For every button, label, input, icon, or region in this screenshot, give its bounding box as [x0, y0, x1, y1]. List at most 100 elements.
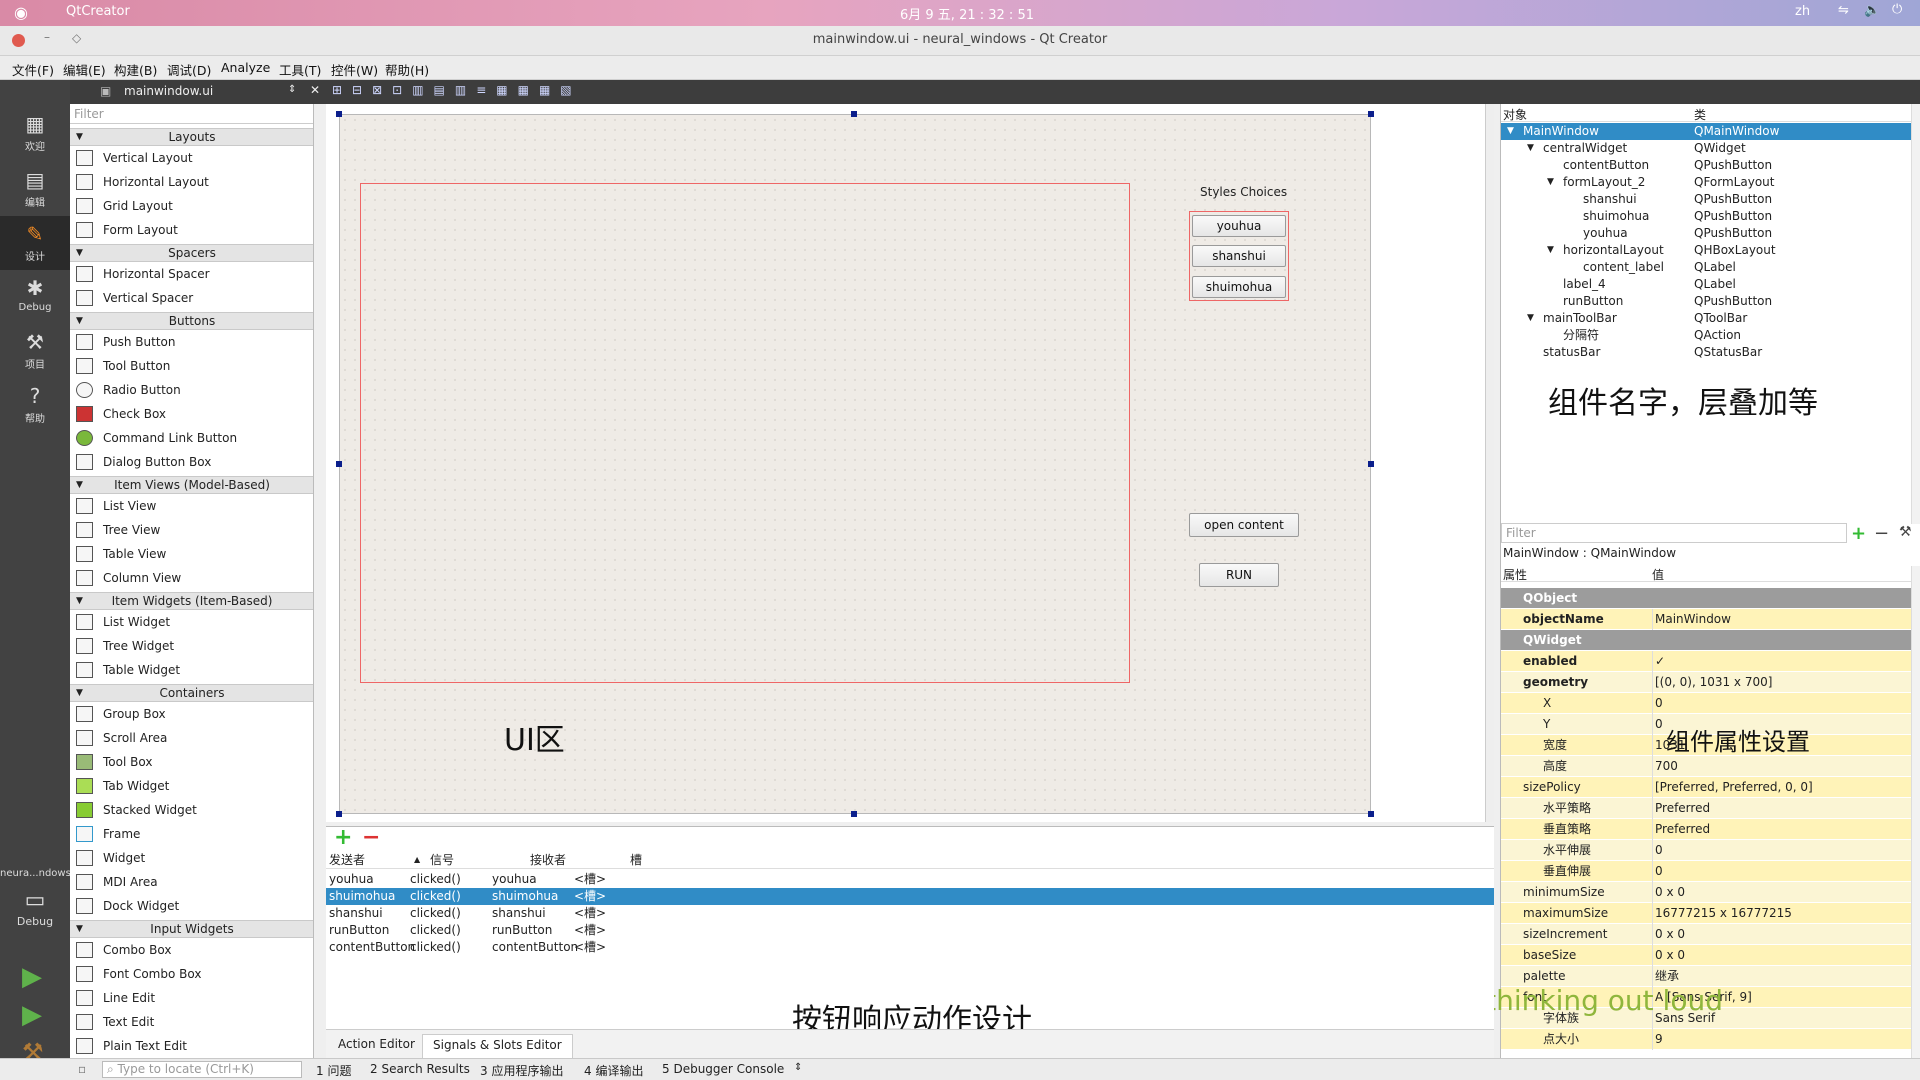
menu-analyze[interactable]: Analyze: [221, 60, 270, 75]
more-panes-icon[interactable]: ⇕: [794, 1062, 802, 1073]
object-tree-row[interactable]: contentButton QPushButton: [1501, 157, 1911, 174]
connection-slot[interactable]: <槽>: [574, 939, 606, 956]
distro-logo-icon[interactable]: ◉: [14, 3, 28, 22]
property-value[interactable]: 9: [1652, 1029, 1910, 1050]
category-item-views[interactable]: ▼ Item Views (Model-Based): [70, 476, 313, 494]
widget-horizontal-layout[interactable]: Horizontal Layout: [70, 170, 313, 194]
property-value[interactable]: 0: [1652, 861, 1910, 882]
widget-command-link-button[interactable]: Command Link Button: [70, 426, 313, 450]
object-inspector-scrollbar[interactable]: [1911, 104, 1920, 524]
object-tree-row[interactable]: statusBar QStatusBar: [1501, 344, 1911, 361]
widget-group-box[interactable]: Group Box: [70, 702, 313, 726]
toggle-sidebar-icon[interactable]: ▫: [78, 1062, 86, 1076]
connection-receiver[interactable]: runButton: [492, 922, 552, 939]
widget-column-view[interactable]: Column View: [70, 566, 313, 590]
property-row[interactable]: sizeIncrement 0 x 0: [1501, 924, 1911, 945]
category-buttons[interactable]: ▼ Buttons: [70, 312, 313, 330]
add-property-icon[interactable]: +: [1851, 523, 1866, 544]
mode-edit[interactable]: ▤ 编辑: [0, 162, 70, 216]
property-value[interactable]: Preferred: [1652, 819, 1910, 840]
remove-property-icon[interactable]: −: [1874, 523, 1889, 544]
resize-handle[interactable]: [336, 811, 342, 817]
widget-list-widget[interactable]: List Widget: [70, 610, 313, 634]
property-value[interactable]: Preferred: [1652, 798, 1910, 819]
object-tree-row[interactable]: content_label QLabel: [1501, 259, 1911, 276]
object-tree-row[interactable]: ▼ horizontalLayout QHBoxLayout: [1501, 242, 1911, 259]
close-file-icon[interactable]: ✕: [310, 83, 320, 97]
file-tab-name[interactable]: mainwindow.ui: [124, 84, 213, 98]
mode-help[interactable]: ? 帮助: [0, 378, 70, 432]
menu-file[interactable]: 文件(F): [12, 60, 54, 79]
run-icon[interactable]: ▶: [22, 962, 42, 992]
property-value[interactable]: 700: [1652, 756, 1910, 777]
object-tree-row[interactable]: shuimohua QPushButton: [1501, 208, 1911, 225]
column-header-signal[interactable]: 信号: [430, 851, 454, 869]
property-value[interactable]: 16777215 x 16777215: [1652, 903, 1910, 924]
object-tree-row[interactable]: 分隔符 QAction: [1501, 327, 1911, 344]
remove-connection-icon[interactable]: −: [362, 825, 380, 850]
column-header-value[interactable]: 值: [1652, 566, 1664, 583]
run-button[interactable]: RUN: [1199, 563, 1279, 587]
tab-action-editor[interactable]: Action Editor: [330, 1034, 423, 1056]
widget-grid-layout[interactable]: Grid Layout: [70, 194, 313, 218]
widget-tool-box[interactable]: Tool Box: [70, 750, 313, 774]
object-tree-row[interactable]: youhua QPushButton: [1501, 225, 1911, 242]
widget-dialog-button-box[interactable]: Dialog Button Box: [70, 450, 313, 474]
property-scrollbar[interactable]: [1911, 566, 1920, 1058]
property-row[interactable]: 垂直策略 Preferred: [1501, 819, 1911, 840]
resize-handle[interactable]: [1368, 461, 1374, 467]
mode-welcome[interactable]: ▦ 欢迎: [0, 106, 70, 160]
resize-handle[interactable]: [336, 111, 342, 117]
widget-radio-button[interactable]: Radio Button: [70, 378, 313, 402]
locator-input[interactable]: ⌕ Type to locate (Ctrl+K): [102, 1061, 302, 1078]
widget-mdi-area[interactable]: MDI Area: [70, 870, 313, 894]
widget-line-edit[interactable]: Line Edit: [70, 986, 313, 1010]
connection-signal[interactable]: clicked(): [410, 871, 461, 888]
widget-tab-widget[interactable]: Tab Widget: [70, 774, 313, 798]
pane-application-output[interactable]: 3 应用程序输出: [480, 1062, 563, 1079]
connection-row[interactable]: shanshui clicked() shanshui <槽>: [326, 905, 1494, 922]
connection-slot[interactable]: <槽>: [574, 888, 606, 905]
column-header-receiver[interactable]: 接收者: [530, 851, 566, 869]
widget-combo-box[interactable]: Combo Box: [70, 938, 313, 962]
connection-row[interactable]: shuimohua clicked() shuimohua <槽>: [326, 888, 1494, 905]
canvas-scrollbar[interactable]: [1485, 104, 1494, 822]
tab-signals-slots-editor[interactable]: Signals & Slots Editor: [422, 1034, 573, 1058]
add-connection-icon[interactable]: +: [334, 825, 352, 850]
connection-sender[interactable]: contentButton: [329, 939, 415, 956]
connection-row[interactable]: runButton clicked() runButton <槽>: [326, 922, 1494, 939]
pane-debugger-console[interactable]: 5 Debugger Console: [662, 1062, 784, 1076]
property-value[interactable]: MainWindow: [1652, 609, 1910, 630]
connection-receiver[interactable]: youhua: [492, 871, 537, 888]
property-row[interactable]: 水平伸展 0: [1501, 840, 1911, 861]
widget-check-box[interactable]: Check Box: [70, 402, 313, 426]
widget-text-edit[interactable]: Text Edit: [70, 1010, 313, 1034]
object-tree-row[interactable]: ▼ MainWindow QMainWindow: [1501, 123, 1911, 140]
object-tree-row[interactable]: ▼ centralWidget QWidget: [1501, 140, 1911, 157]
property-row[interactable]: geometry [(0, 0), 1031 x 700]: [1501, 672, 1911, 693]
property-value[interactable]: ✓: [1652, 651, 1910, 672]
widget-tree-widget[interactable]: Tree Widget: [70, 634, 313, 658]
debug-run-icon[interactable]: ▶: [22, 1000, 42, 1030]
resize-handle[interactable]: [851, 811, 857, 817]
widget-list-view[interactable]: List View: [70, 494, 313, 518]
widget-scroll-area[interactable]: Scroll Area: [70, 726, 313, 750]
mode-design[interactable]: ✎ 设计: [0, 216, 70, 270]
connection-signal[interactable]: clicked(): [410, 922, 461, 939]
object-tree-row[interactable]: runButton QPushButton: [1501, 293, 1911, 310]
column-header-class[interactable]: 类: [1694, 106, 1706, 123]
mode-debug[interactable]: ✱ Debug: [0, 270, 70, 324]
shanshui-button[interactable]: shanshui: [1192, 245, 1286, 267]
volume-icon[interactable]: 🔈: [1864, 3, 1880, 18]
connection-signal[interactable]: clicked(): [410, 939, 461, 956]
language-indicator[interactable]: zh: [1795, 4, 1810, 19]
network-icon[interactable]: ⇋: [1838, 3, 1849, 18]
column-header-object[interactable]: 对象: [1503, 106, 1527, 123]
resize-handle[interactable]: [1368, 111, 1374, 117]
property-value[interactable]: 0 x 0: [1652, 882, 1910, 903]
widget-widget[interactable]: Widget: [70, 846, 313, 870]
column-header-sender[interactable]: 发送者: [329, 851, 365, 869]
property-value[interactable]: [(0, 0), 1031 x 700]: [1652, 672, 1910, 693]
property-row[interactable]: 点大小 9: [1501, 1029, 1911, 1050]
file-switch-icon[interactable]: ⇕: [288, 84, 296, 95]
